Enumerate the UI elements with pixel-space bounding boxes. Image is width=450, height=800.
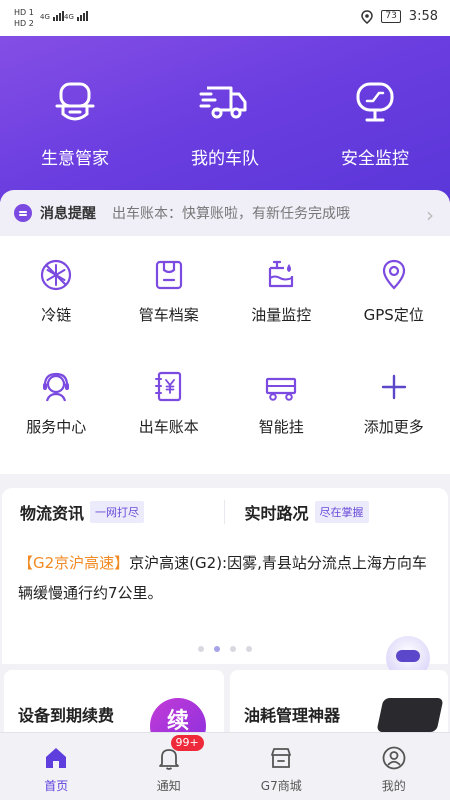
carousel-dot xyxy=(198,646,204,652)
carousel-dot xyxy=(246,646,252,652)
archive-icon xyxy=(155,260,182,290)
tab-logistics-news[interactable]: 物流资讯 一网打尽 xyxy=(2,500,224,524)
news-tag: 一网打尽 xyxy=(90,501,145,523)
plus-icon xyxy=(381,374,406,400)
fuel-icon xyxy=(269,260,294,288)
headset-icon xyxy=(43,372,70,402)
location-pin-icon xyxy=(382,259,405,290)
snowflake-icon xyxy=(41,259,72,291)
road-tag: 【G2京沪高速】 xyxy=(18,554,130,572)
top-nav: 生意管家 我的车队 安全监控 xyxy=(0,76,450,169)
nav-business-manager[interactable]: 生意管家 xyxy=(0,76,150,169)
user-icon xyxy=(382,746,406,770)
notification-badge: 99+ xyxy=(170,735,204,751)
trailer-icon xyxy=(266,377,297,401)
grid-item-gps[interactable]: GPS定位 xyxy=(338,258,450,370)
message-notice-bar[interactable]: 消息提醒 出车账本：快算账啦，有新任务完成哦 › xyxy=(0,190,450,236)
promo-device-renewal[interactable]: 设备到期续费 续 xyxy=(4,670,224,754)
carousel-dot-active xyxy=(214,646,220,652)
tab-notifications[interactable]: 通知 99+ xyxy=(113,733,226,800)
signal-icon: 4G xyxy=(40,11,64,21)
sim-indicator: HD 1 HD 2 xyxy=(14,8,34,28)
tab-mine[interactable]: 我的 xyxy=(338,733,450,800)
news-content[interactable]: 【G2京沪高速】京沪高速(G2):因雾,青县站分流点上海方向车辆缓慢通行约7公里… xyxy=(2,536,448,608)
tab-g7-store[interactable]: G7商城 xyxy=(225,733,338,800)
nav-safety-monitor[interactable]: 安全监控 xyxy=(300,76,450,169)
ledger-icon xyxy=(154,371,181,402)
grid-item-service-center[interactable]: 服务中心 xyxy=(0,370,113,482)
manager-icon xyxy=(55,82,95,121)
grid-item-fuel-monitor[interactable]: 油量监控 xyxy=(225,258,338,370)
promo-fuel-management[interactable]: 油耗管理神器 xyxy=(230,670,448,732)
carousel-indicator xyxy=(2,646,448,652)
battery-indicator: 73 xyxy=(381,10,401,23)
notice-title: 消息提醒 xyxy=(40,206,96,222)
location-icon xyxy=(361,9,374,24)
status-bar: HD 1 HD 2 4G 4G 73 3:58 xyxy=(0,0,450,36)
grid-item-cold-chain[interactable]: 冷链 xyxy=(0,258,113,370)
feature-grid: 冷链 管车档案 油量监控 GPS定位 服务中心 出车账本 智能挂 添加更多 xyxy=(0,236,450,474)
store-icon xyxy=(271,748,292,768)
grid-item-trip-ledger[interactable]: 出车账本 xyxy=(113,370,226,482)
message-icon xyxy=(14,204,32,222)
grid-item-add-more[interactable]: 添加更多 xyxy=(338,370,450,482)
news-card: 物流资讯 一网打尽 实时路况 尽在掌握 【G2京沪高速】京沪高速(G2):因雾,… xyxy=(2,488,448,664)
carousel-dot xyxy=(230,646,236,652)
tab-realtime-traffic[interactable]: 实时路况 尽在掌握 xyxy=(223,500,449,524)
device-image xyxy=(376,698,444,732)
clock: 3:58 xyxy=(408,9,438,24)
chevron-right-icon: › xyxy=(426,203,434,227)
monitor-icon xyxy=(356,82,394,122)
status-right: 73 3:58 xyxy=(361,9,438,24)
grid-item-vehicle-archive[interactable]: 管车档案 xyxy=(113,258,226,370)
bottom-tab-bar: 首页 通知 99+ G7商城 我的 xyxy=(0,732,450,800)
news-tabs: 物流资讯 一网打尽 实时路况 尽在掌握 xyxy=(2,488,448,536)
home-icon xyxy=(46,748,67,768)
signal-icon: 4G xyxy=(64,11,88,21)
nav-my-fleet[interactable]: 我的车队 xyxy=(150,76,300,169)
grid-item-smart-trailer[interactable]: 智能挂 xyxy=(225,370,338,482)
truck-icon xyxy=(199,86,247,119)
notice-message: 出车账本：快算账啦，有新任务完成哦 xyxy=(112,206,350,222)
tab-home[interactable]: 首页 xyxy=(0,733,113,800)
traffic-tag: 尽在掌握 xyxy=(314,501,369,523)
